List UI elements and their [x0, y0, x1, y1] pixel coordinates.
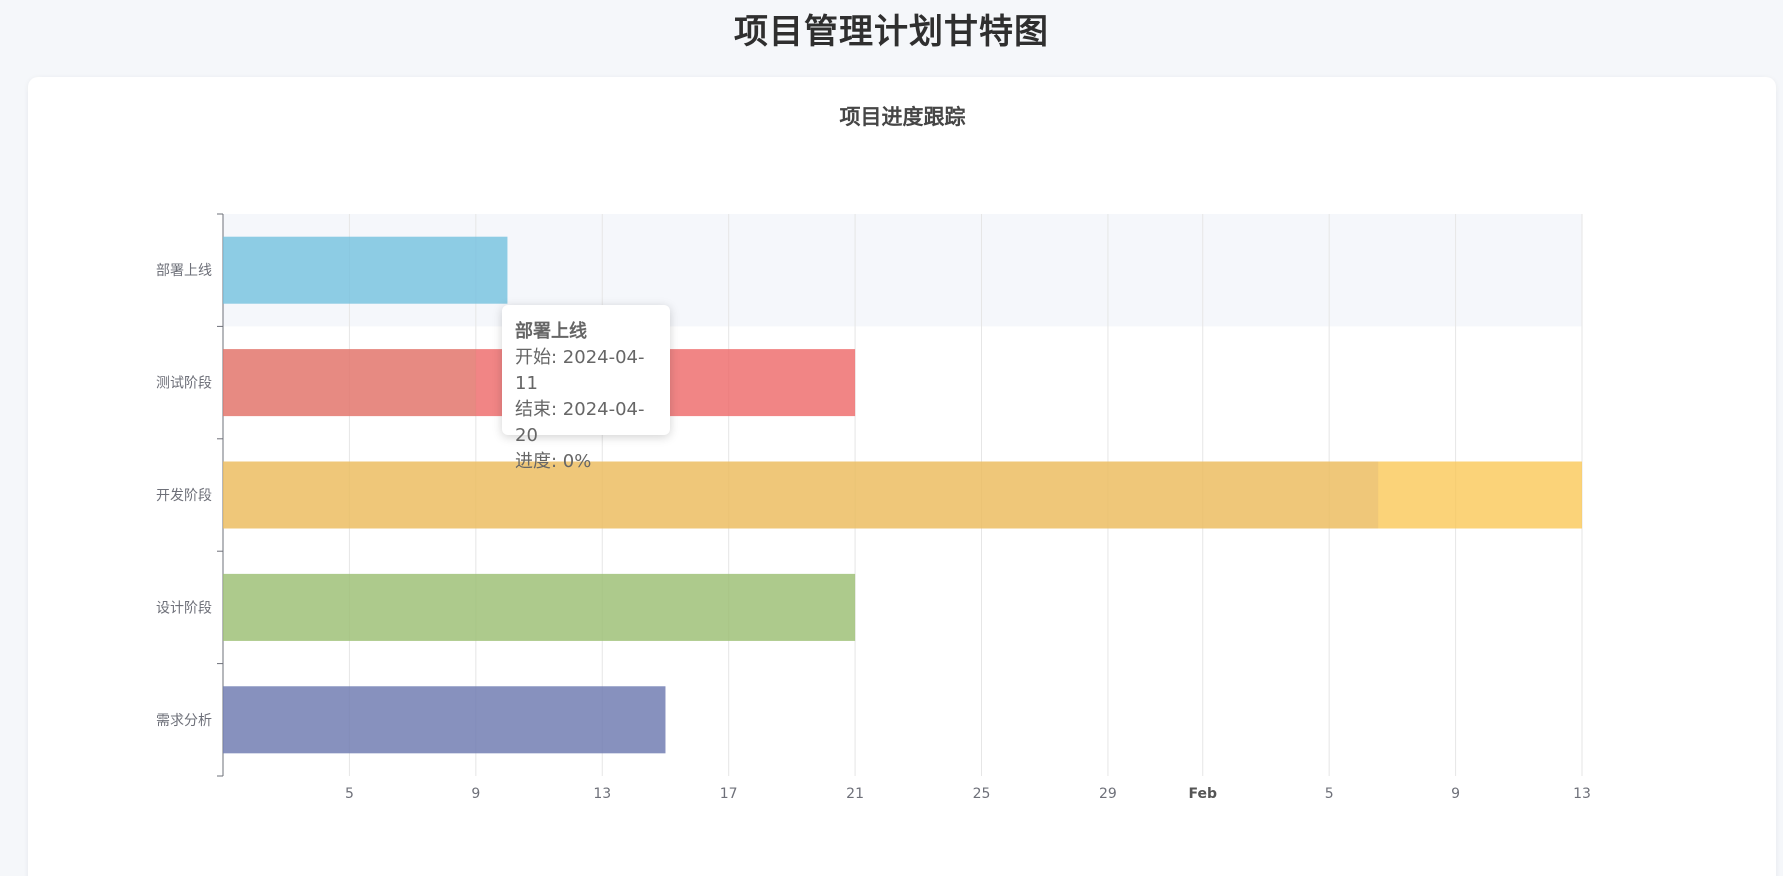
task-progress-bar [223, 461, 1379, 529]
page: 项目管理计划甘特图 项目进度跟踪 5 9 13 17 21 25 29 Feb 5 9 13 部署上线测… [0, 0, 1783, 876]
task-progress-bar [223, 349, 476, 417]
y-category-label: 部署上线 [156, 263, 212, 279]
x-tick-label: 13 [593, 786, 611, 802]
x-tick-label: 13 [1573, 786, 1591, 802]
x-tick-label: 17 [720, 786, 738, 802]
x-tick-label: Feb [1188, 786, 1217, 802]
chart-tooltip: 部署上线 开始: 2024-04-11 结束: 2024-04-20 进度: 0… [502, 305, 670, 472]
gantt-chart[interactable]: 项目进度跟踪 5 9 13 17 21 25 29 Feb 5 9 13 部署上线测试阶段开发阶段设计阶… [0, 0, 1783, 876]
task-progress-bar [223, 573, 856, 641]
task-bar [223, 236, 508, 304]
tooltip-progress: 进度: 0% [515, 451, 592, 472]
x-tick-label: 5 [1325, 786, 1334, 802]
x-tick-label: 5 [345, 786, 354, 802]
task-progress-bar [223, 686, 666, 754]
y-category-label: 开发阶段 [156, 488, 212, 504]
x-tick-label: 21 [846, 786, 864, 802]
x-tick-label: 9 [471, 786, 480, 802]
x-tick-label: 29 [1099, 786, 1117, 802]
y-category-label: 测试阶段 [156, 376, 212, 392]
y-category-label: 设计阶段 [156, 600, 212, 616]
chart-title: 项目进度跟踪 [840, 105, 966, 129]
y-category-label: 需求分析 [156, 713, 212, 729]
tooltip-end: 结束: 2024-04-20 [515, 399, 645, 446]
tooltip-start: 开始: 2024-04-11 [515, 347, 645, 394]
x-tick-label: 25 [973, 786, 991, 802]
x-tick-label: 9 [1451, 786, 1460, 802]
tooltip-title: 部署上线 [515, 321, 587, 342]
